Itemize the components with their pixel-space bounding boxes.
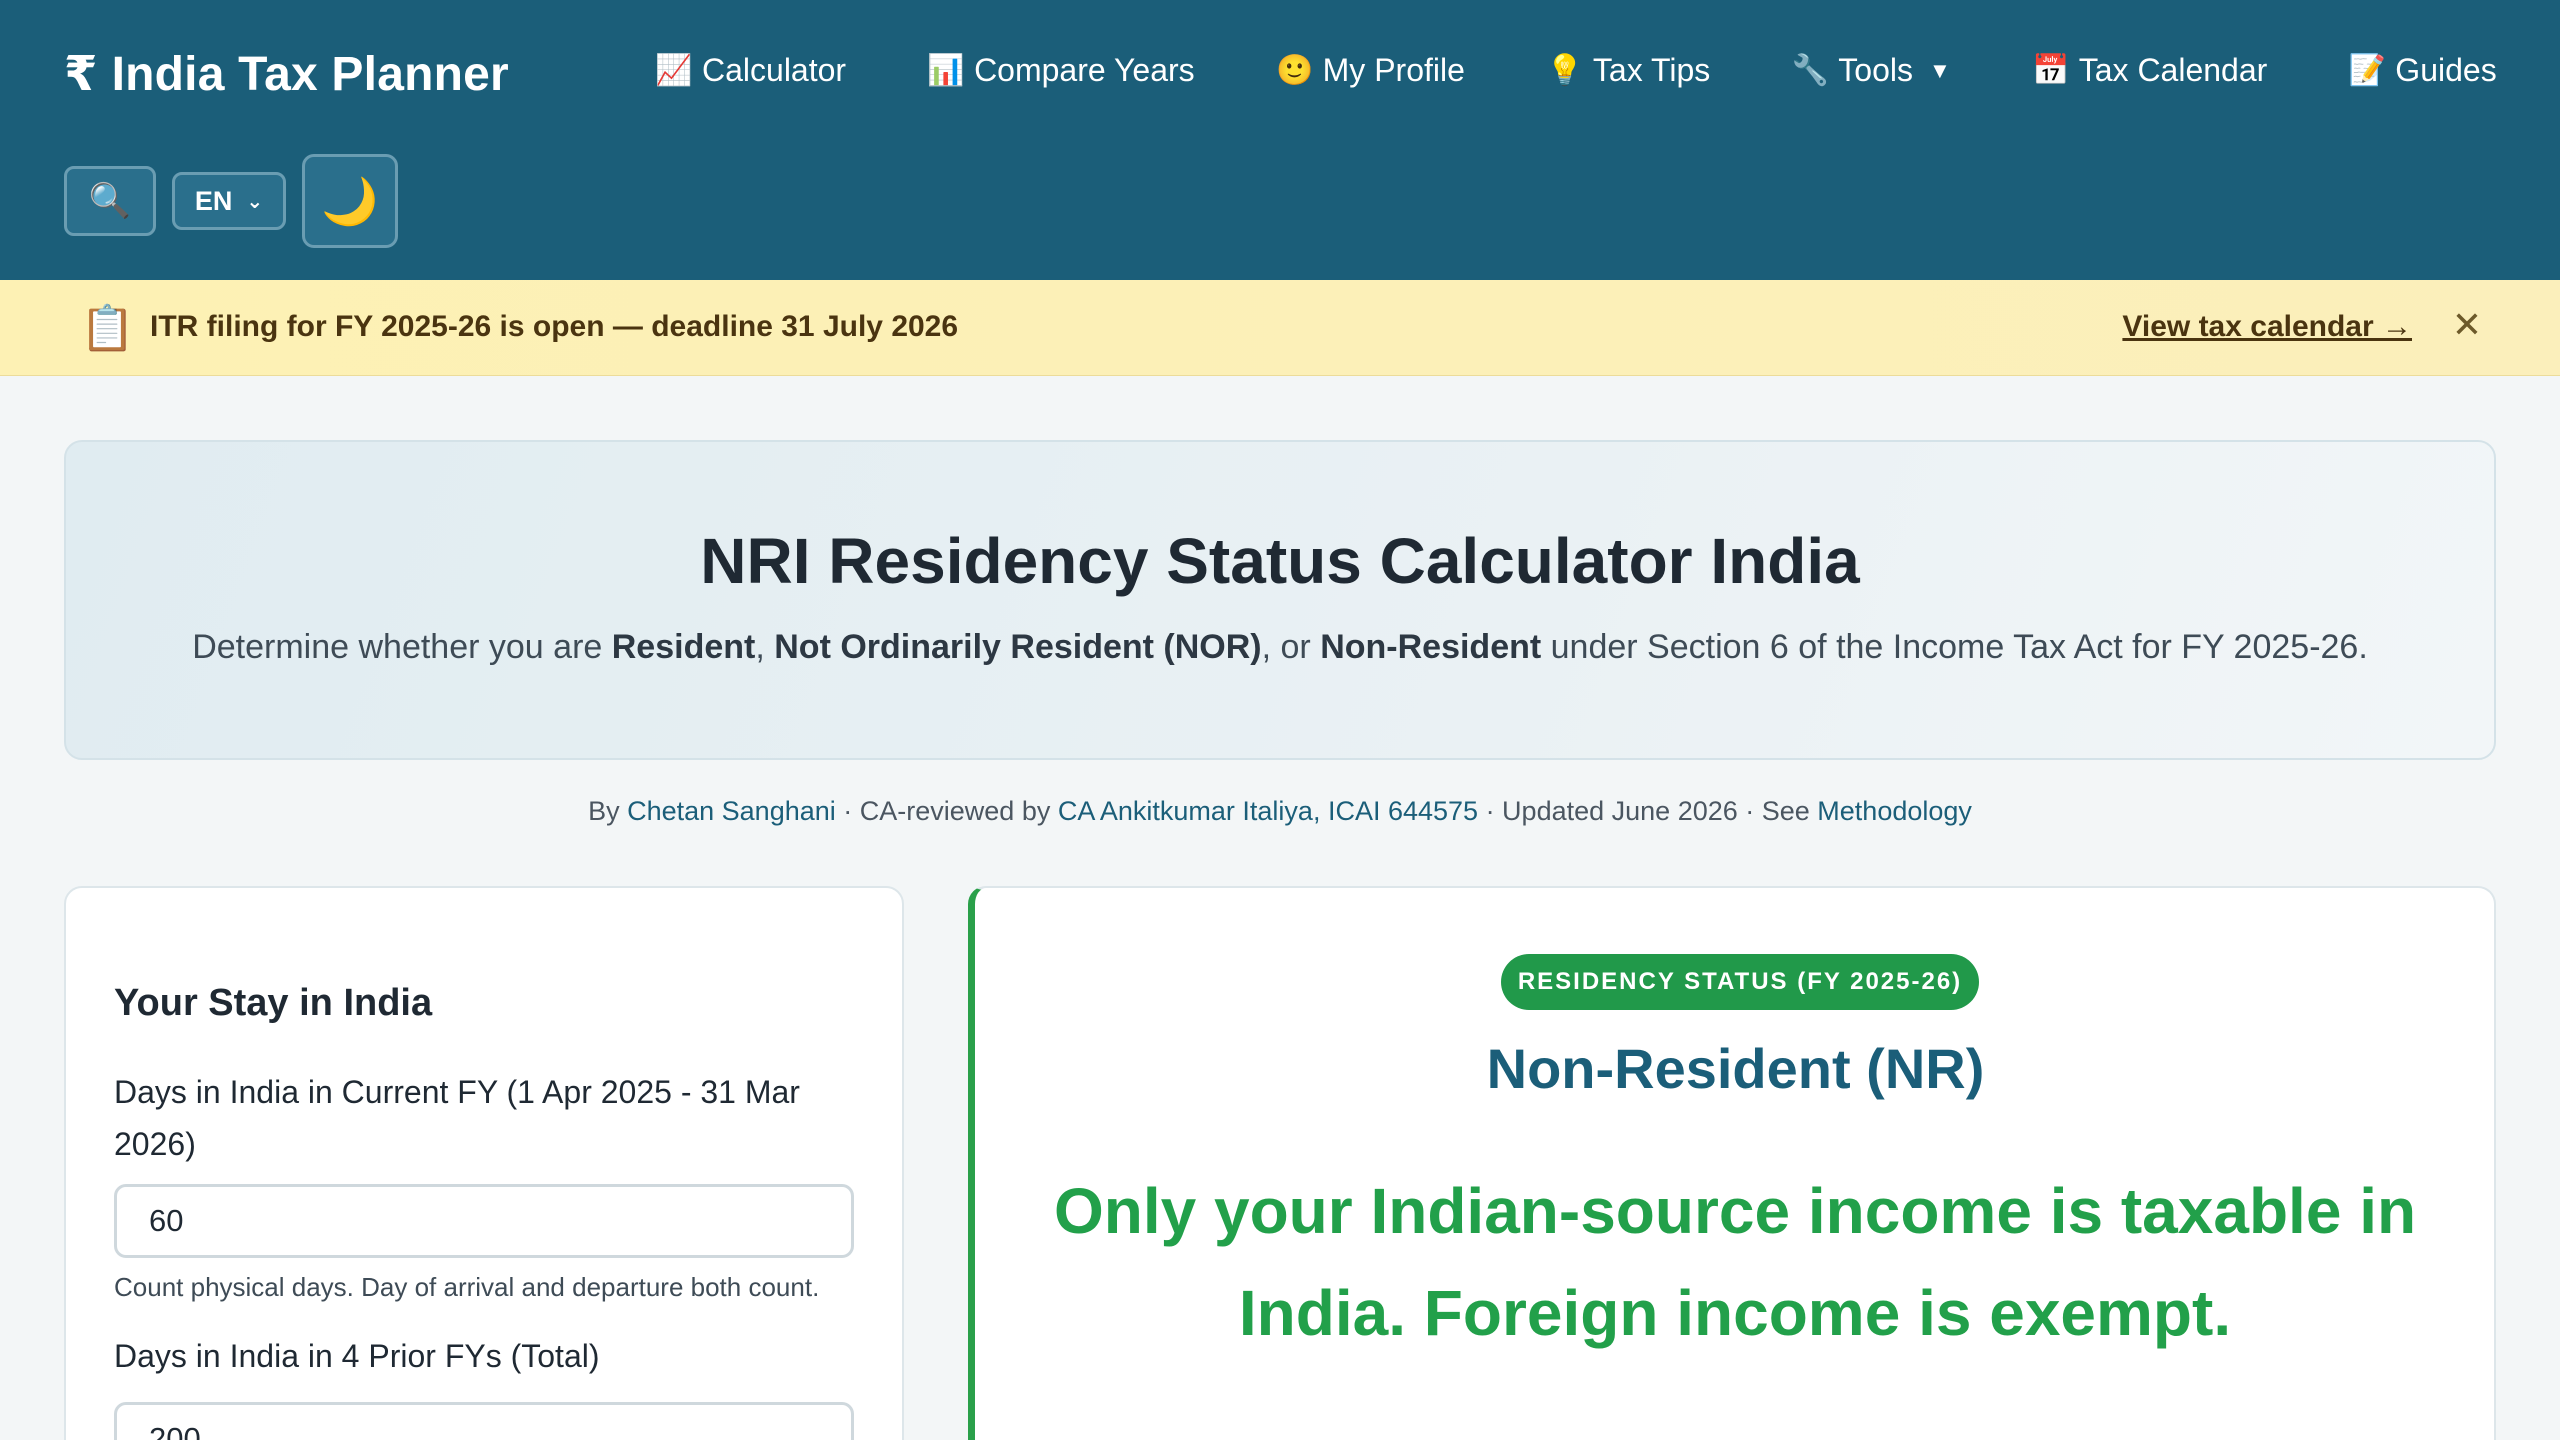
desc-text: Determine whether you are — [192, 628, 612, 666]
chart-up-icon: 📈 — [655, 53, 693, 87]
banner-text: ITR filing for FY 2025-26 is open — dead… — [150, 310, 959, 343]
bar-chart-icon: 📊 — [927, 53, 965, 87]
header-tools: 🔍 EN ⌄ 🌙 — [64, 154, 398, 248]
desc-text: , or — [1261, 628, 1321, 666]
announcement-banner: 📋 ITR filing for FY 2025-26 is open — de… — [0, 280, 2560, 376]
nav-compare-years[interactable]: 📊 Compare Years — [927, 52, 1195, 89]
desc-text: under Section 6 of the Income Tax Act fo… — [1541, 628, 2368, 666]
status-badge: RESIDENCY STATUS (FY 2025-26) — [1501, 954, 1979, 1010]
language-select[interactable]: EN ⌄ — [172, 172, 286, 230]
nav-label: Tools — [1838, 52, 1913, 88]
main-nav: 📈 Calculator 📊 Compare Years 🙂 My Profil… — [655, 52, 2520, 89]
close-icon[interactable]: ✕ — [2452, 304, 2482, 346]
nav-label: Tax Tips — [1592, 52, 1711, 88]
prior-fy-days-label: Days in India in 4 Prior FYs (Total) — [114, 1338, 600, 1374]
page-title: NRI Residency Status Calculator India — [700, 525, 1860, 597]
search-icon: 🔍 — [88, 182, 132, 220]
nav-guides[interactable]: 📝 Guides — [2348, 52, 2497, 89]
byline-text: · CA-reviewed by — [835, 796, 1058, 826]
methodology-link[interactable]: Methodology — [1817, 796, 1972, 826]
stay-form-card: Your Stay in India Days in India in Curr… — [64, 886, 904, 1440]
desc-bold-resident: Resident — [611, 628, 756, 666]
author-link[interactable]: Chetan Sanghani — [627, 796, 836, 826]
desc-text: , — [755, 628, 775, 666]
nav-calculator[interactable]: 📈 Calculator — [655, 52, 847, 89]
current-fy-days-hint: Count physical days. Day of arrival and … — [114, 1272, 820, 1302]
brand-logo[interactable]: ₹ India Tax Planner — [64, 46, 509, 102]
nav-label: Compare Years — [974, 52, 1195, 88]
reviewer-link[interactable]: CA Ankitkumar Italiya, ICAI 644575 — [1058, 796, 1478, 826]
nav-label: Calculator — [702, 52, 847, 88]
face-icon: 🙂 — [1275, 53, 1314, 87]
caret-down-icon: ▼ — [1928, 57, 1951, 83]
result-message: Only your Indian-source income is taxabl… — [1053, 1175, 2417, 1349]
byline: By Chetan Sanghani · CA-reviewed by CA A… — [0, 796, 2560, 827]
wrench-icon: 🔧 — [1791, 53, 1829, 87]
page-description: Determine whether you are Resident, Not … — [66, 628, 2494, 667]
memo-icon: 📝 — [2348, 53, 2386, 87]
view-tax-calendar-link[interactable]: View tax calendar → — [2122, 310, 2412, 344]
lightbulb-icon: 💡 — [1546, 53, 1584, 87]
site-header: ₹ India Tax Planner 📈 Calculator 📊 Compa… — [0, 0, 2560, 280]
chevron-down-icon: ⌄ — [246, 190, 264, 213]
hero-section: NRI Residency Status Calculator India De… — [64, 440, 2496, 760]
calendar-icon: 📅 — [2032, 53, 2070, 87]
nav-tools-dropdown[interactable]: 🔧 Tools ▼ — [1791, 52, 1951, 89]
byline-text: By — [588, 796, 628, 826]
clipboard-icon: 📋 — [80, 304, 135, 353]
nav-label: Guides — [2395, 52, 2497, 88]
desc-bold-non-resident: Non-Resident — [1320, 628, 1542, 666]
nav-tax-calendar[interactable]: 📅 Tax Calendar — [2032, 52, 2268, 89]
nav-label: My Profile — [1322, 52, 1465, 88]
theme-toggle-button[interactable]: 🌙 — [302, 154, 398, 248]
search-button[interactable]: 🔍 — [64, 166, 156, 236]
current-fy-days-label: Days in India in Current FY (1 Apr 2025 … — [114, 1074, 800, 1162]
rupee-icon: ₹ — [64, 48, 98, 101]
nav-label: Tax Calendar — [2078, 52, 2268, 88]
current-fy-days-input[interactable] — [114, 1184, 854, 1258]
residency-status: Non-Resident (NR) — [1486, 1037, 1985, 1100]
form-title: Your Stay in India — [114, 982, 433, 1024]
nav-my-profile[interactable]: 🙂 My Profile — [1275, 52, 1465, 89]
desc-bold-nor: Not Ordinarily Resident (NOR) — [774, 628, 1262, 666]
brand-name: India Tax Planner — [111, 47, 509, 101]
prior-fy-days-input[interactable] — [114, 1402, 854, 1440]
nav-tax-tips[interactable]: 💡 Tax Tips — [1546, 52, 1711, 89]
result-card: RESIDENCY STATUS (FY 2025-26) Non-Reside… — [968, 886, 2496, 1440]
byline-text: · Updated June 2026 · See — [1478, 796, 1818, 826]
moon-icon: 🌙 — [321, 174, 379, 227]
language-value: EN — [194, 185, 233, 216]
